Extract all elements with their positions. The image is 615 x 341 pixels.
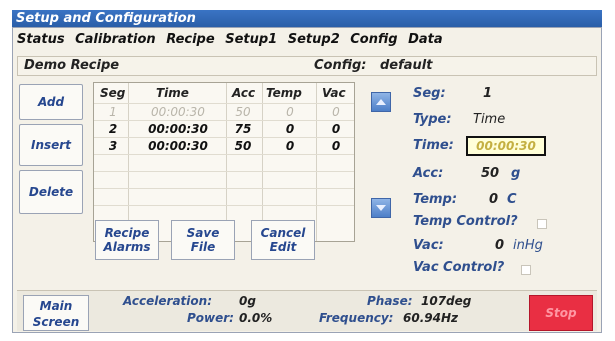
add-button[interactable]: Add [19, 84, 83, 120]
segment-up-arrow-icon[interactable] [371, 92, 391, 112]
recipe-alarms-button[interactable]: Recipe Alarms [95, 220, 159, 260]
cell-time: 00:00:30 [148, 139, 208, 153]
tab-setup2[interactable]: Setup2 [288, 32, 340, 47]
vac-control-checkbox[interactable] [521, 265, 531, 275]
phase-value: 107deg [421, 294, 472, 308]
setup-window: Setup and Configuration Status Calibrati… [0, 0, 615, 341]
vac-label: Vac: [413, 238, 444, 253]
tab-bar: Status Calibration Recipe Setup1 Setup2 … [17, 32, 449, 52]
vac-control-label: Vac Control? [413, 260, 505, 275]
save-file-line2: File [190, 240, 216, 254]
cell-seg: 1 [109, 105, 117, 119]
type-label: Type: [413, 112, 452, 127]
cell-seg: 3 [108, 139, 118, 153]
main-screen-line2: Screen [32, 315, 80, 329]
status-bar: Main Screen Acceleration: 0g Power: 0.0%… [17, 290, 597, 331]
cell-acc: 50 [235, 105, 251, 119]
temp-label: Temp: [413, 192, 458, 207]
vac-value[interactable]: 0 [495, 238, 504, 253]
cell-vac: 0 [331, 122, 341, 136]
temp-unit: C [507, 192, 517, 207]
main-panel: Status Calibration Recipe Setup1 Setup2 … [12, 27, 602, 333]
cell-vac: 0 [331, 139, 341, 153]
tab-setup1[interactable]: Setup1 [225, 32, 277, 47]
seg-value[interactable]: 1 [483, 86, 492, 101]
recipe-alarms-line1: Recipe [104, 226, 150, 240]
seg-label: Seg: [413, 86, 446, 101]
header-temp: Temp [266, 86, 302, 100]
tab-data[interactable]: Data [408, 32, 443, 47]
tab-recipe[interactable]: Recipe [166, 32, 214, 47]
cell-temp: 0 [286, 105, 294, 119]
power-value: 0.0% [239, 311, 273, 325]
acceleration-value: 0g [239, 294, 256, 308]
header-vac: Vac [322, 86, 346, 100]
cell-acc: 75 [234, 122, 252, 136]
type-value[interactable]: Time [473, 112, 505, 127]
acceleration-label: Acceleration: [123, 294, 212, 308]
frequency-label: Frequency: [319, 311, 394, 325]
segment-table: Seg Time Acc Temp Vac 1 00:00:30 50 0 0 … [93, 82, 355, 242]
table-col-divider [316, 83, 317, 241]
config-label: Config: [314, 58, 367, 73]
temp-value[interactable]: 0 [489, 192, 498, 207]
cell-temp: 0 [285, 122, 295, 136]
time-label: Time: [413, 138, 454, 153]
recipe-alarms-line2: Alarms [103, 240, 151, 254]
header-acc: Acc [232, 86, 256, 100]
cell-seg: 2 [108, 122, 118, 136]
segment-down-arrow-icon[interactable] [371, 198, 391, 218]
tab-config[interactable]: Config [350, 32, 397, 47]
cell-temp: 0 [285, 139, 295, 153]
power-label: Power: [187, 311, 234, 325]
stop-button[interactable]: Stop [529, 295, 593, 331]
cell-time: 00:00:30 [151, 105, 205, 119]
header-seg: Seg [100, 86, 126, 100]
cancel-edit-line1: Cancel [260, 226, 306, 240]
tab-status[interactable]: Status [17, 32, 65, 47]
time-value-field[interactable]: 00:00:30 [466, 136, 546, 156]
temp-control-checkbox[interactable] [537, 219, 547, 229]
table-col-divider [226, 83, 227, 241]
vac-unit: inHg [513, 238, 543, 253]
cell-time: 00:00:30 [148, 122, 208, 136]
cancel-edit-line2: Edit [269, 240, 297, 254]
acc-unit: g [511, 166, 521, 181]
main-screen-line1: Main [39, 299, 73, 313]
tab-calibration[interactable]: Calibration [75, 32, 156, 47]
recipe-name[interactable]: Demo Recipe [24, 58, 119, 73]
config-value[interactable]: default [380, 58, 432, 73]
phase-label: Phase: [367, 294, 413, 308]
frequency-value: 60.94Hz [403, 311, 458, 325]
save-file-button[interactable]: Save File [171, 220, 235, 260]
window-title: Setup and Configuration [12, 10, 602, 27]
cell-vac: 0 [332, 105, 340, 119]
main-screen-button[interactable]: Main Screen [23, 295, 89, 331]
temp-control-label: Temp Control? [413, 214, 518, 229]
acc-label: Acc: [413, 166, 444, 181]
insert-button[interactable]: Insert [19, 124, 83, 166]
recipe-header: Demo Recipe Config: default [17, 56, 597, 76]
delete-button[interactable]: Delete [19, 170, 83, 214]
cell-acc: 50 [234, 139, 252, 153]
table-col-divider [262, 83, 263, 241]
save-file-line1: Save [186, 226, 220, 240]
cancel-edit-button[interactable]: Cancel Edit [251, 220, 315, 260]
acc-value[interactable]: 50 [481, 166, 499, 181]
table-col-divider [128, 83, 129, 241]
header-time: Time [156, 86, 189, 100]
